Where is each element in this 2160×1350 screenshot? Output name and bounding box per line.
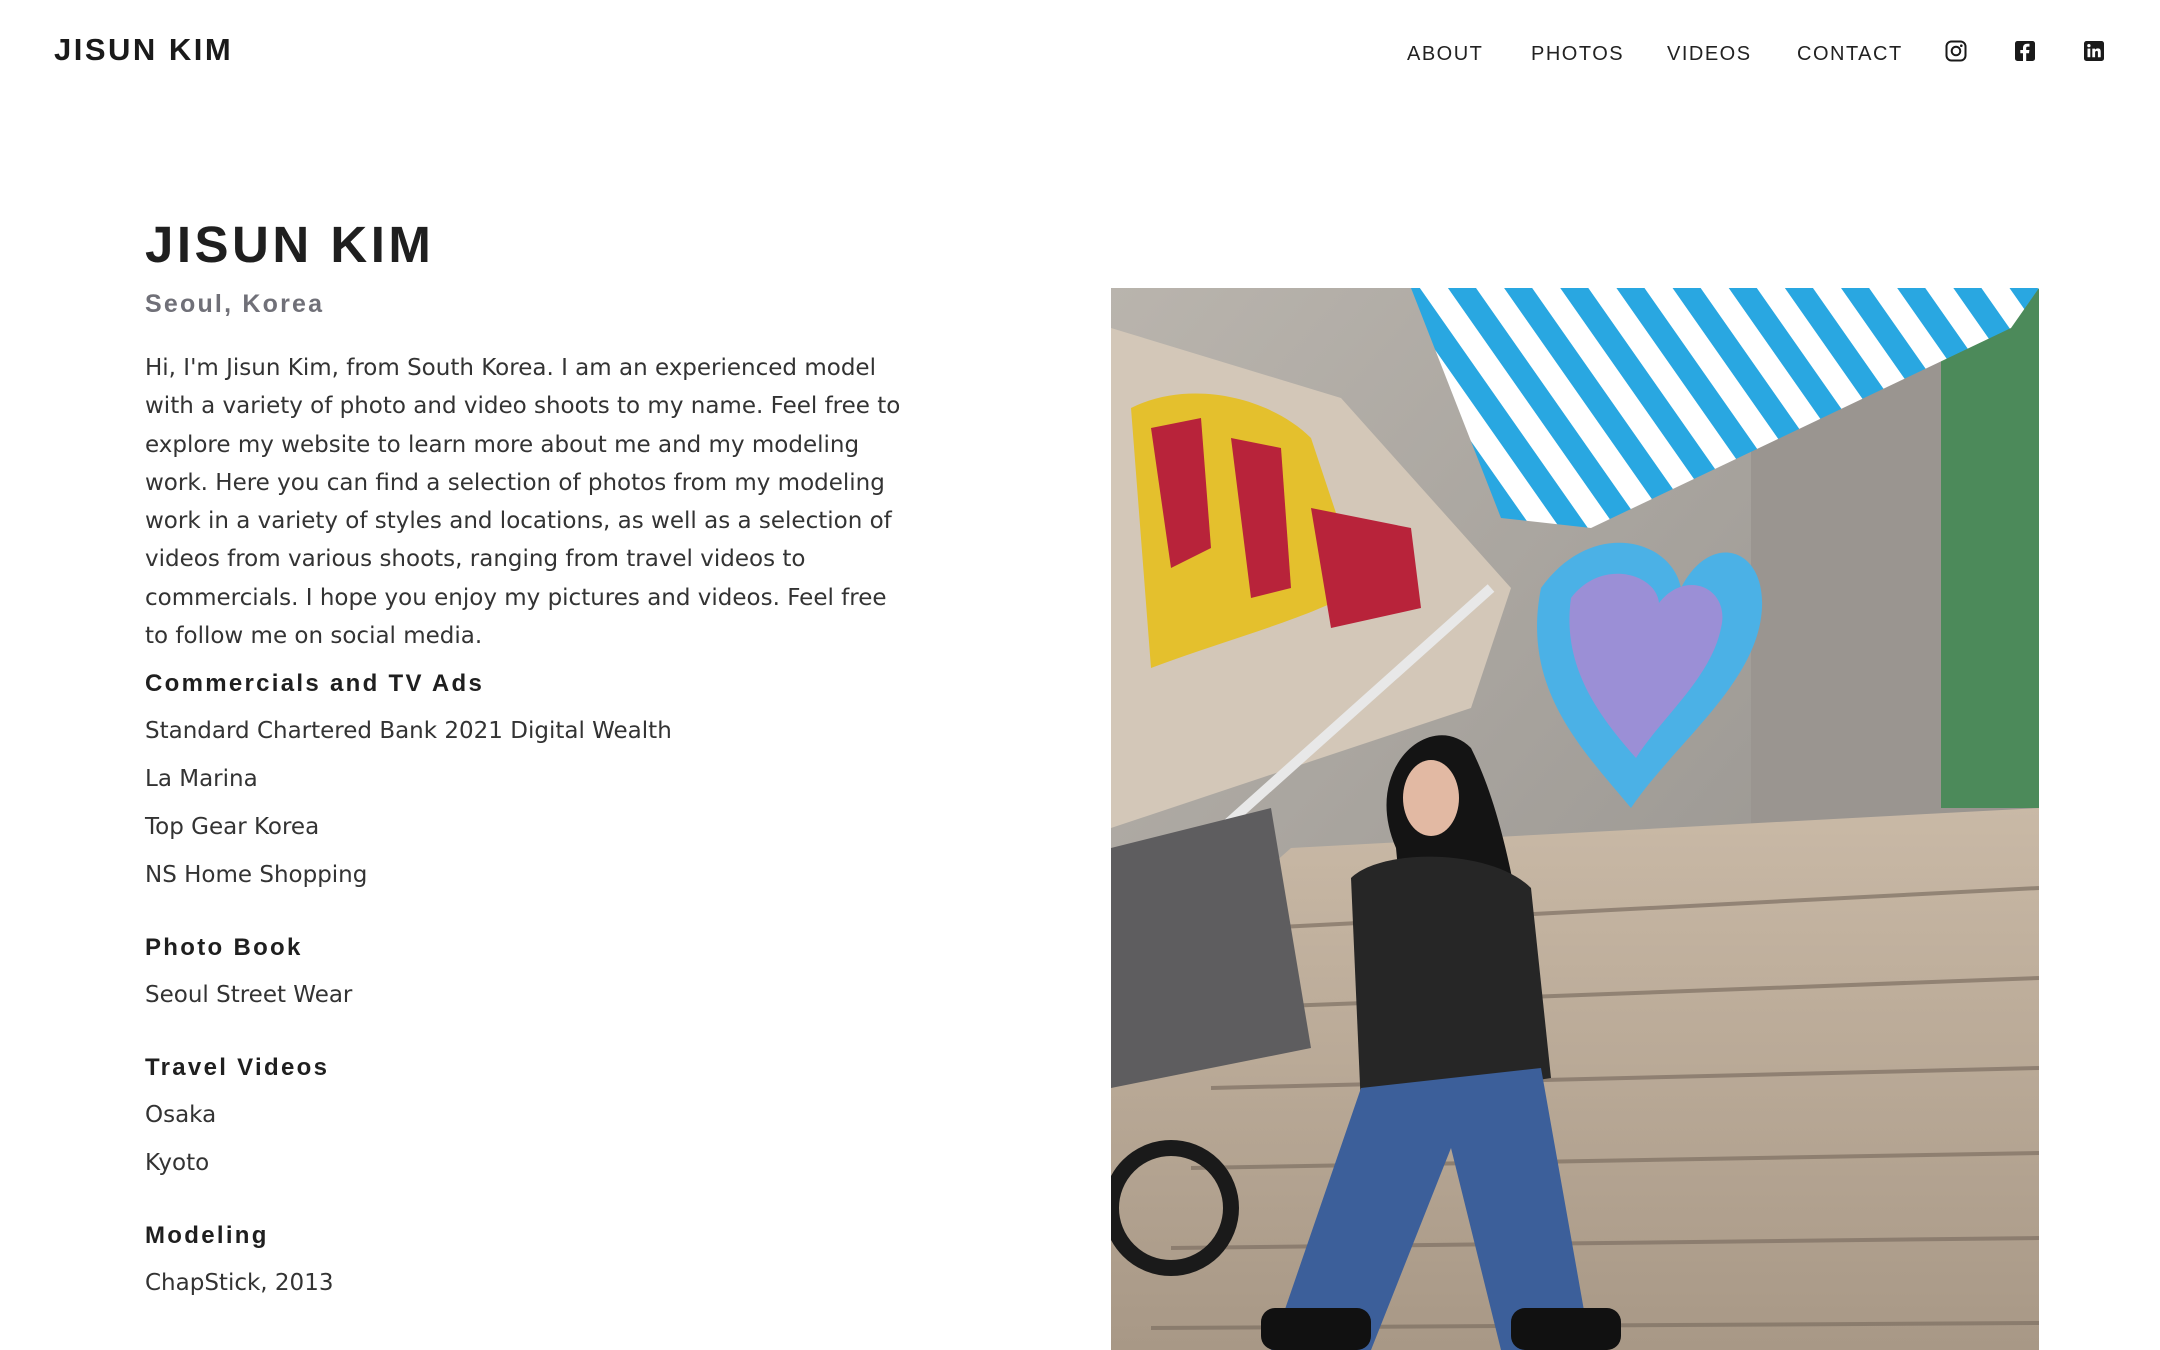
location-subtitle: Seoul, Korea <box>145 290 325 318</box>
facebook-icon[interactable] <box>2013 39 2037 63</box>
section-heading-travel-videos: Travel Videos <box>145 1054 330 1081</box>
list-item: Osaka <box>145 1102 217 1128</box>
list-item: Seoul Street Wear <box>145 982 353 1008</box>
profile-photo <box>1111 288 2039 1350</box>
list-item: NS Home Shopping <box>145 862 368 888</box>
section-heading-commercials: Commercials and TV Ads <box>145 670 485 697</box>
nav-contact[interactable]: CONTACT <box>1797 43 1903 66</box>
nav-about[interactable]: ABOUT <box>1407 43 1483 66</box>
brand-logo[interactable]: JISUN KIM <box>54 32 233 68</box>
section-heading-modeling: Modeling <box>145 1222 269 1249</box>
intro-text: Hi, I'm Jisun Kim, from South Korea. I a… <box>145 355 901 650</box>
nav-videos[interactable]: VIDEOS <box>1667 43 1752 66</box>
list-item: Standard Chartered Bank 2021 Digital Wea… <box>145 718 672 744</box>
list-item: Kyoto <box>145 1150 210 1176</box>
intro-paragraph: Hi, I'm Jisun Kim, from South Korea. I a… <box>145 349 915 655</box>
list-item: Top Gear Korea <box>145 814 320 840</box>
nav-photos[interactable]: PHOTOS <box>1531 43 1624 66</box>
site-header: JISUN KIM ABOUT PHOTOS VIDEOS CONTACT <box>0 0 2160 106</box>
list-item: La Marina <box>145 766 258 792</box>
instagram-icon[interactable] <box>1944 39 1968 63</box>
page-title: JISUN KIM <box>145 216 435 273</box>
linkedin-icon[interactable] <box>2082 39 2106 63</box>
section-heading-photo-book: Photo Book <box>145 934 303 961</box>
list-item: ChapStick, 2013 <box>145 1270 334 1296</box>
